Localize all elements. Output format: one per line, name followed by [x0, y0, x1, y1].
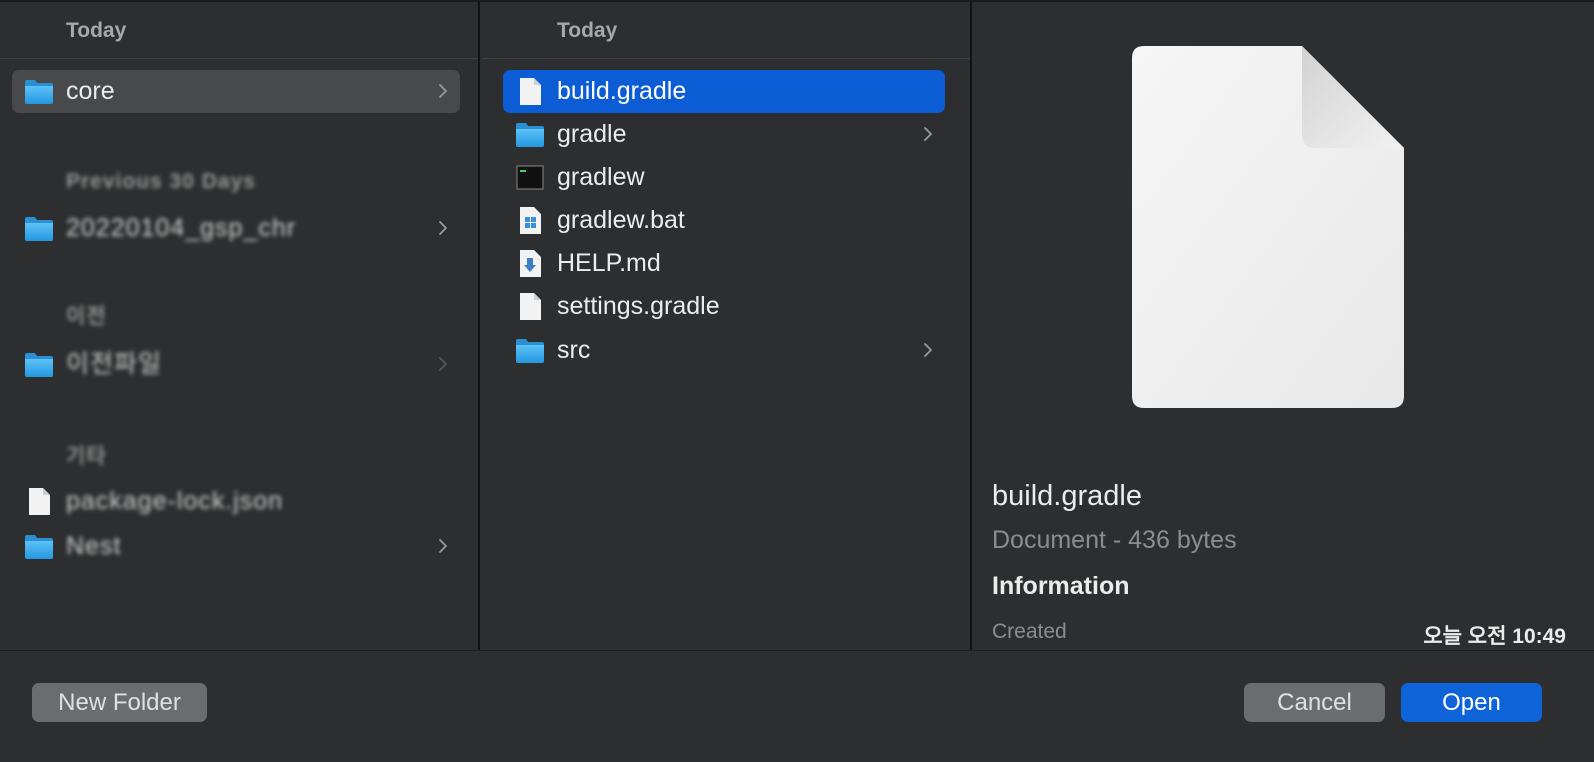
folder-icon [24, 533, 54, 560]
folder-row-older[interactable]: 이전파일 [12, 343, 460, 386]
recents-column[interactable]: Today core Previous 30 Days 20220104_gsp… [0, 2, 480, 650]
created-value: 오늘 오전 10:49 [1423, 625, 1566, 648]
windows-document-icon [520, 207, 541, 234]
row-label: 이전파일 [66, 350, 163, 378]
row-label: gradle [557, 120, 627, 148]
row-label: package-lock.json [66, 487, 284, 515]
row-label: Nest [66, 532, 122, 560]
row-label: settings.gradle [557, 292, 720, 320]
row-label: HELP.md [557, 249, 661, 277]
row-label: gradlew.bat [557, 206, 685, 234]
new-folder-button[interactable]: New Folder [32, 683, 207, 722]
file-row-settings-gradle[interactable]: settings.gradle [503, 285, 945, 328]
folder-icon [24, 78, 54, 105]
file-row-build-gradle[interactable]: build.gradle [503, 70, 945, 113]
markdown-document-icon [520, 250, 541, 277]
row-label: build.gradle [557, 77, 687, 105]
folder-icon [24, 215, 54, 242]
row-label: src [557, 336, 591, 364]
row-label: 20220104_gsp_chr [66, 214, 297, 242]
file-row-gradlew-bat[interactable]: gradlew.bat [503, 199, 945, 242]
terminal-icon [516, 165, 544, 190]
chevron-right-icon [438, 537, 448, 555]
section-header-previous: Previous 30 Days [66, 170, 256, 193]
folder-contents-column[interactable]: Today build.gradle gradle gradlew gradle… [482, 2, 972, 650]
section-header-today: Today [66, 19, 127, 42]
file-row-help-md[interactable]: HELP.md [503, 242, 945, 285]
chevron-right-icon [438, 355, 448, 373]
chevron-right-icon [438, 219, 448, 237]
folder-icon [24, 351, 54, 378]
folder-row-core[interactable]: core [12, 70, 460, 113]
cancel-button[interactable]: Cancel [1244, 683, 1385, 722]
header-divider [0, 58, 478, 59]
preview-pane: build.gradle Document - 436 bytes Inform… [972, 2, 1594, 650]
section-header-other: 기타 [66, 445, 107, 468]
folder-icon [515, 337, 545, 364]
folder-row-previous[interactable]: 20220104_gsp_chr [12, 207, 460, 250]
row-label: core [66, 77, 115, 105]
section-header-older: 이전 [66, 305, 107, 328]
folder-icon [515, 121, 545, 148]
file-row-package[interactable]: package-lock.json [12, 480, 460, 523]
information-header: Information [992, 572, 1130, 600]
chevron-right-icon [923, 125, 933, 143]
column-browser: Today core Previous 30 Days 20220104_gsp… [0, 0, 1594, 650]
row-label: gradlew [557, 163, 645, 191]
folder-row-nest[interactable]: Nest [12, 525, 460, 568]
chevron-right-icon [438, 82, 448, 100]
open-button[interactable]: Open [1401, 683, 1542, 722]
document-icon [24, 488, 54, 515]
folder-row-gradle[interactable]: gradle [503, 113, 945, 156]
preview-file-kind: Document - 436 bytes [992, 526, 1237, 554]
section-header-today: Today [557, 19, 618, 42]
document-icon [515, 78, 545, 105]
file-row-gradlew[interactable]: gradlew [503, 156, 945, 199]
dialog-footer: New Folder Cancel Open [0, 650, 1594, 762]
preview-file-name: build.gradle [992, 480, 1142, 512]
folder-row-src[interactable]: src [503, 329, 945, 372]
chevron-right-icon [923, 341, 933, 359]
header-divider [482, 58, 970, 59]
created-label: Created [992, 620, 1067, 643]
document-icon [515, 293, 545, 320]
document-preview-icon [1132, 46, 1404, 408]
